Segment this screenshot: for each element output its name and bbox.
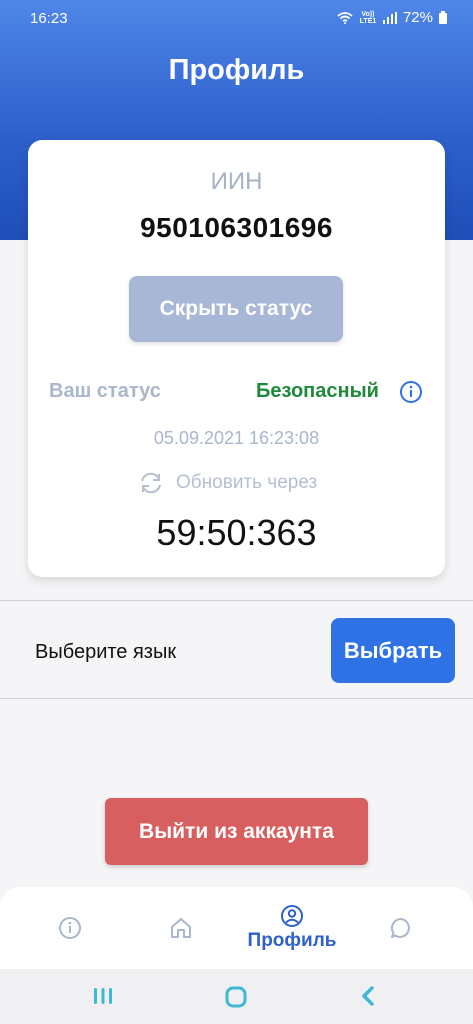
status-time: 16:23 xyxy=(30,10,68,27)
home-icon xyxy=(171,918,191,938)
refresh-row: Обновить через xyxy=(138,471,317,495)
battery-icon xyxy=(439,11,447,24)
battery-percent: 72% xyxy=(402,9,433,26)
status-datetime: 05.09.2021 16:23:08 xyxy=(153,428,320,448)
refresh-icon xyxy=(141,472,161,494)
chat-icon xyxy=(390,917,410,938)
nav-item-chat[interactable] xyxy=(377,887,425,969)
hide-status-button[interactable]: Скрыть статус xyxy=(129,276,343,342)
refresh-label: Обновить через xyxy=(176,472,318,493)
back-icon[interactable] xyxy=(358,985,378,1007)
profile-icon xyxy=(281,905,303,927)
status-card: ИИН 950106301696 Скрыть статус Ваш стату… xyxy=(28,140,445,577)
nav-item-info[interactable] xyxy=(46,887,94,969)
iin-value: 950106301696 xyxy=(140,212,333,243)
divider-top xyxy=(0,600,473,601)
status-bar: 16:23 Vo)) LTE1 72% xyxy=(0,0,473,36)
choose-language-button[interactable]: Выбрать xyxy=(331,618,455,683)
logout-button[interactable]: Выйти из аккаунта xyxy=(105,798,368,865)
status-value: Безопасный xyxy=(256,380,379,402)
wifi-icon xyxy=(337,11,353,24)
page-title: Профиль xyxy=(168,54,305,86)
nav-item-profile[interactable]: Профиль xyxy=(240,887,344,969)
iin-label: ИИН xyxy=(210,168,263,195)
bottom-navigation: Профиль xyxy=(0,887,473,969)
home-button-icon[interactable] xyxy=(224,985,248,1009)
status-indicators: Vo)) LTE1 72% xyxy=(337,9,447,26)
signal-icon xyxy=(382,11,397,24)
status-label: Ваш статус xyxy=(49,380,161,402)
nav-item-home[interactable] xyxy=(157,887,205,969)
refresh-timer: 59:50:363 xyxy=(156,512,317,553)
info-icon xyxy=(59,917,81,939)
nav-label-profile: Профиль xyxy=(247,930,337,951)
recent-apps-icon[interactable] xyxy=(92,985,114,1007)
system-navigation-bar xyxy=(0,969,473,1024)
divider-bottom xyxy=(0,698,473,699)
language-label: Выберите язык xyxy=(35,641,177,663)
info-icon[interactable] xyxy=(399,380,423,404)
network-type: Vo)) LTE1 xyxy=(359,10,377,25)
